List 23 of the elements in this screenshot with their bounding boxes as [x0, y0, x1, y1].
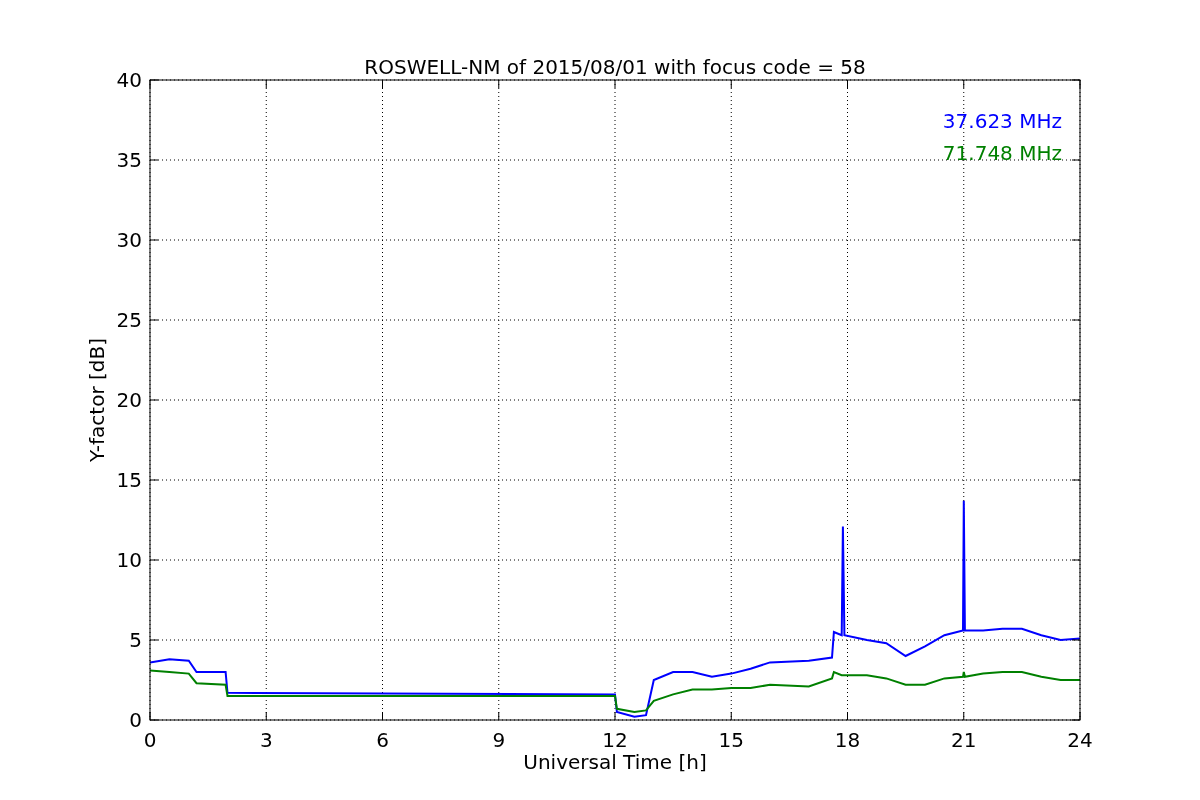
x-tick-label: 0 [143, 728, 157, 752]
x-tick-label: 6 [376, 728, 389, 752]
x-tick-label: 12 [602, 728, 628, 752]
legend-label: 71.748 MHz [942, 141, 1062, 165]
legend-label: 37.623 MHz [942, 109, 1062, 133]
chart-title: ROSWELL-NM of 2015/08/01 with focus code = 58 [364, 55, 866, 79]
x-tick-label: 9 [492, 728, 506, 752]
y-tick-label: 35 [116, 148, 142, 172]
x-tick-label: 18 [834, 728, 861, 752]
x-tick-label: 21 [951, 728, 977, 752]
y-tick-label: 40 [116, 68, 142, 92]
y-axis-label: Y-factor [dB] [85, 338, 109, 462]
y-tick-label: 0 [129, 708, 142, 732]
x-tick-label: 24 [1067, 728, 1093, 752]
x-axis-label: Universal Time [h] [523, 750, 707, 774]
y-tick-label: 10 [116, 548, 142, 572]
y-tick-label: 30 [116, 228, 142, 252]
x-tick-label: 15 [718, 728, 744, 752]
y-tick-label: 5 [129, 628, 142, 652]
x-tick-label: 3 [259, 728, 273, 752]
y-tick-label: 25 [116, 308, 142, 332]
y-tick-label: 15 [116, 468, 142, 492]
y-tick-label: 20 [116, 388, 142, 412]
